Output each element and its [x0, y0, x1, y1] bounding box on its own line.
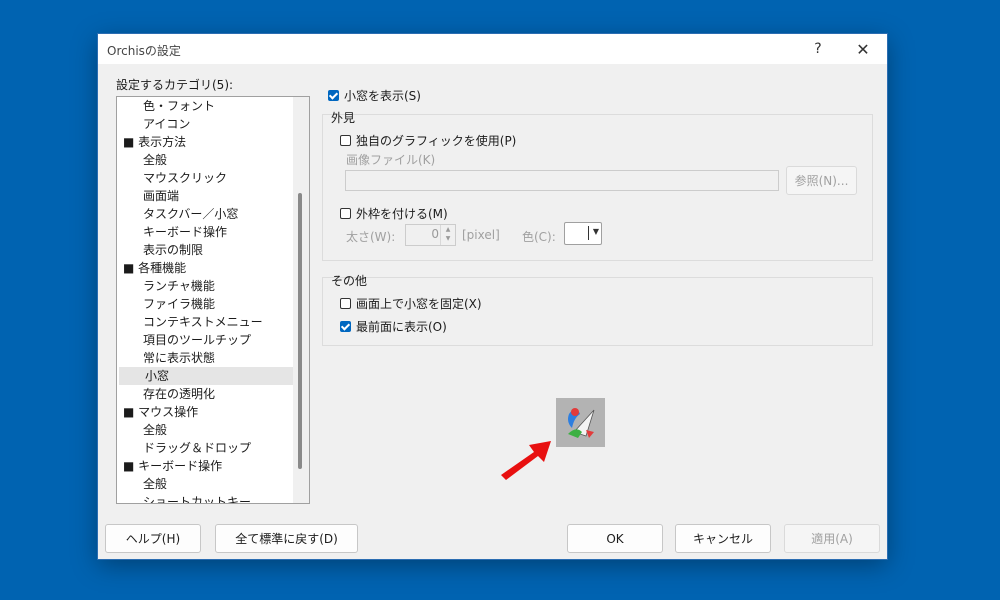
thickness-value: 0: [431, 227, 439, 241]
browse-button[interactable]: 参照(N)...: [786, 166, 857, 195]
color-label: 色(C):: [522, 230, 556, 244]
category-item[interactable]: 小窓: [119, 367, 293, 385]
window-title: Orchisの設定: [107, 44, 181, 58]
category-item[interactable]: ファイラ機能: [117, 295, 293, 313]
checkbox-box[interactable]: [328, 90, 339, 101]
settings-dialog: Orchisの設定 ? ✕ 設定するカテゴリ(5): 色・フォント アイコン ■ 表…: [98, 34, 887, 559]
category-item[interactable]: 画面端: [117, 187, 293, 205]
cancel-button[interactable]: キャンセル: [675, 524, 771, 553]
category-item[interactable]: タスクバー／小窓: [117, 205, 293, 223]
category-item[interactable]: ショートカットキー: [117, 493, 293, 503]
apply-button[interactable]: 適用(A): [784, 524, 880, 553]
checkbox-label: 外枠を付ける(M): [356, 207, 448, 221]
ok-button[interactable]: OK: [567, 524, 663, 553]
checkbox-box[interactable]: [340, 298, 351, 309]
help-icon[interactable]: ?: [798, 34, 838, 64]
custom-graphic-checkbox[interactable]: 独自のグラフィックを使用(P): [340, 132, 516, 149]
button-bar: ヘルプ(H) 全て標準に戻す(D) OK キャンセル 適用(A): [98, 516, 887, 559]
close-icon[interactable]: ✕: [843, 34, 883, 64]
checkbox-label: 画面上で小窓を固定(X): [356, 297, 482, 311]
checkbox-label: 独自のグラフィックを使用(P): [356, 134, 517, 148]
category-item[interactable]: ランチャ機能: [117, 277, 293, 295]
category-item[interactable]: 表示の制限: [117, 241, 293, 259]
fix-on-screen-checkbox[interactable]: 画面上で小窓を固定(X): [340, 295, 482, 312]
red-arrow-icon: [501, 441, 551, 480]
thickness-unit: [pixel]: [462, 228, 500, 242]
appearance-group-title: 外見: [331, 111, 356, 125]
category-listbox[interactable]: 色・フォント アイコン ■ 表示方法 全般 マウスクリック 画面端 タスクバー／小窓 キーボー…: [116, 96, 310, 504]
help-button[interactable]: ヘルプ(H): [105, 524, 201, 553]
category-item[interactable]: 全般: [117, 475, 293, 493]
category-group-item[interactable]: ■ キーボード操作: [117, 457, 293, 475]
category-group-item[interactable]: ■ 各種機能: [117, 259, 293, 277]
category-item[interactable]: 全般: [117, 151, 293, 169]
image-file-label: 画像ファイル(K): [346, 153, 436, 167]
checkbox-box[interactable]: [340, 208, 351, 219]
outer-frame-checkbox[interactable]: 外枠を付ける(M): [340, 205, 448, 222]
spin-arrows-icon[interactable]: ▲ ▼: [440, 225, 455, 245]
category-item[interactable]: 存在の透明化: [117, 385, 293, 403]
color-picker[interactable]: ▼: [564, 222, 602, 245]
category-item[interactable]: 色・フォント: [117, 97, 293, 115]
category-group-item[interactable]: ■ 表示方法: [117, 133, 293, 151]
checkbox-box[interactable]: [340, 135, 351, 146]
dropdown-arrow-icon: ▼: [592, 227, 599, 236]
category-item[interactable]: 常に表示状態: [117, 349, 293, 367]
category-item[interactable]: キーボード操作: [117, 223, 293, 241]
category-group-item[interactable]: ■ マウス操作: [117, 403, 293, 421]
category-item[interactable]: コンテキストメニュー: [117, 313, 293, 331]
thickness-spinbox[interactable]: 0 ▲ ▼: [405, 224, 456, 246]
category-item[interactable]: マウスクリック: [117, 169, 293, 187]
checkbox-box[interactable]: [340, 321, 351, 332]
compass-icon: [568, 408, 595, 438]
category-item[interactable]: 全般: [117, 421, 293, 439]
category-items: 色・フォント アイコン ■ 表示方法 全般 マウスクリック 画面端 タスクバー／小窓 キーボー…: [117, 97, 293, 503]
small-window-app-icon[interactable]: [556, 398, 605, 447]
other-group-title: その他: [331, 274, 368, 288]
checkbox-label: 最前面に表示(O): [356, 320, 447, 334]
reset-all-button[interactable]: 全て標準に戻す(D): [215, 524, 358, 553]
color-divider: [588, 226, 589, 240]
thickness-label: 太さ(W):: [346, 230, 396, 244]
checkbox-label: 小窓を表示(S): [344, 89, 421, 103]
title-bar[interactable]: Orchisの設定 ? ✕: [98, 34, 887, 64]
scrollbar-thumb[interactable]: [298, 193, 302, 469]
category-item[interactable]: アイコン: [117, 115, 293, 133]
category-list-label: 設定するカテゴリ(5):: [116, 78, 234, 92]
category-scrollbar[interactable]: [293, 97, 309, 503]
image-file-input[interactable]: [345, 170, 779, 191]
show-small-window-checkbox[interactable]: 小窓を表示(S): [328, 87, 421, 104]
category-item[interactable]: ドラッグ＆ドロップ: [117, 439, 293, 457]
category-item[interactable]: 項目のツールチップ: [117, 331, 293, 349]
always-on-top-checkbox[interactable]: 最前面に表示(O): [340, 318, 447, 335]
